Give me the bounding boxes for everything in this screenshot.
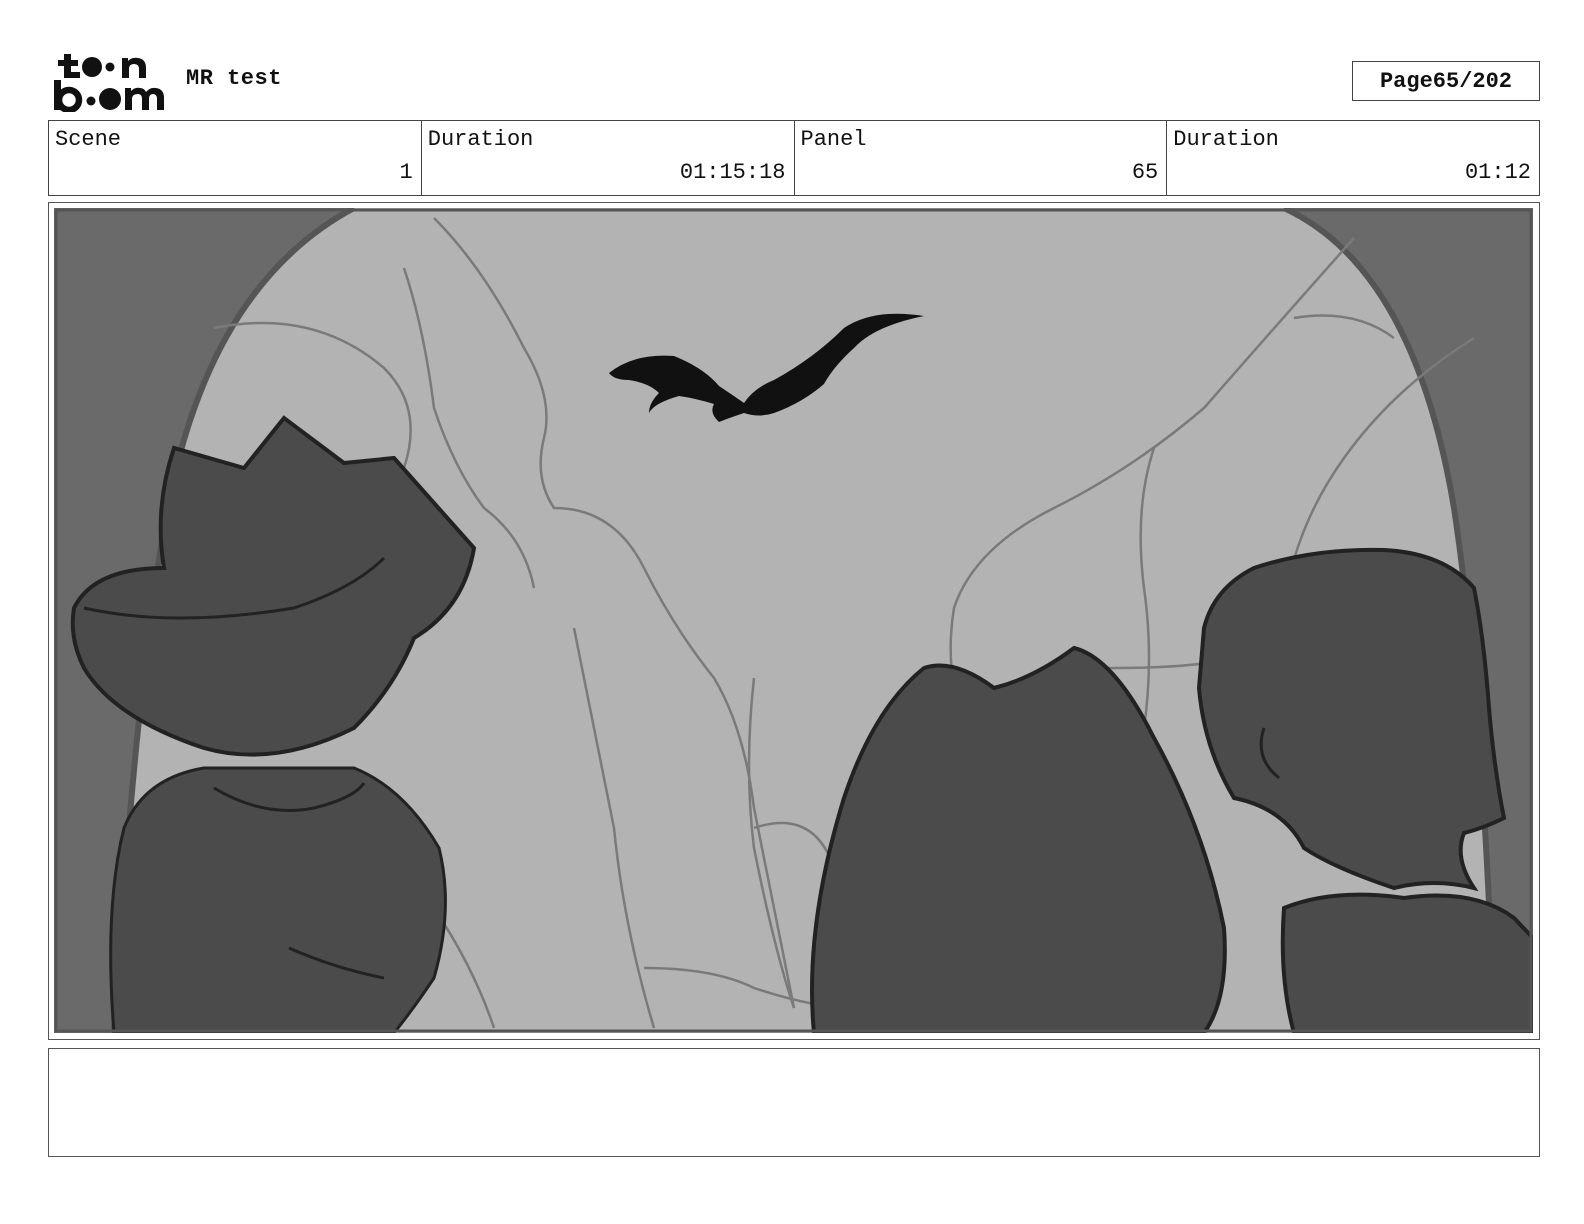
scene-value: 1 xyxy=(399,160,413,185)
page-indicator: Page 65/202 xyxy=(1352,61,1540,101)
panel-duration-label: Duration xyxy=(1173,127,1279,152)
storyboard-sketch-image xyxy=(54,208,1533,1033)
panel-value: 65 xyxy=(1131,160,1159,185)
panel-info-row: Scene 1 Duration 01:15:18 Panel 65 Durat… xyxy=(48,120,1540,196)
scene-duration-label: Duration xyxy=(427,127,534,152)
toon-boom-logo xyxy=(54,54,164,112)
page-label: Page xyxy=(1379,68,1433,94)
scene-label: Scene xyxy=(55,127,122,152)
panel-cell: Panel 65 xyxy=(795,121,1168,195)
panel-duration-cell: Duration 01:12 xyxy=(1167,121,1539,195)
storyboard-panel xyxy=(48,202,1540,1040)
notes-box[interactable] xyxy=(48,1048,1540,1157)
page-number: 65/202 xyxy=(1432,68,1513,94)
project-title: MR test xyxy=(186,66,282,91)
scene-duration-cell: Duration 01:15:18 xyxy=(422,121,795,195)
panel-duration-value: 01:12 xyxy=(1464,160,1531,185)
panel-label: Panel xyxy=(800,127,867,152)
scene-cell: Scene 1 xyxy=(49,121,422,195)
scene-duration-value: 01:15:18 xyxy=(679,160,786,185)
